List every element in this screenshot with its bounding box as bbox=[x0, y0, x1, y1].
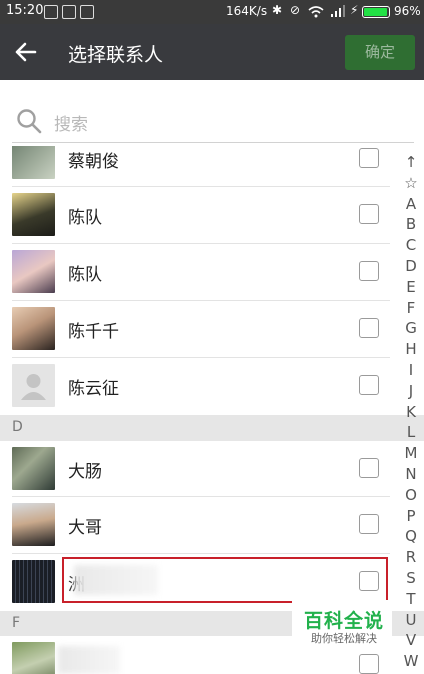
index-letter[interactable]: I bbox=[398, 360, 424, 381]
contact-name: 陈千千 bbox=[68, 322, 119, 342]
index-letter[interactable]: C bbox=[398, 235, 424, 256]
index-letter[interactable]: P bbox=[398, 506, 424, 527]
contact-name: 陈队 bbox=[68, 265, 102, 285]
index-letter[interactable]: Q bbox=[398, 526, 424, 547]
index-letter[interactable]: O bbox=[398, 485, 424, 506]
select-checkbox[interactable] bbox=[359, 458, 379, 478]
search-bar[interactable]: 搜索 bbox=[0, 80, 424, 146]
avatar bbox=[12, 250, 55, 293]
index-letter[interactable]: W bbox=[398, 651, 424, 672]
contact-name: 大肠 bbox=[68, 462, 102, 482]
section-letter: F bbox=[12, 615, 21, 631]
index-letter[interactable]: M bbox=[398, 443, 424, 464]
select-checkbox[interactable] bbox=[359, 261, 379, 281]
index-letter[interactable]: F bbox=[398, 298, 424, 319]
section-letter: D bbox=[12, 419, 23, 435]
contact-row[interactable]: 陈千千 bbox=[0, 301, 424, 358]
contact-row[interactable]: 蔡朝俊 bbox=[0, 136, 424, 187]
contact-name: 陈云征 bbox=[68, 379, 119, 399]
index-letter[interactable]: R bbox=[398, 547, 424, 568]
index-letter[interactable]: S bbox=[398, 568, 424, 589]
contact-row[interactable]: 大哥 bbox=[0, 497, 424, 554]
watermark-title: 百科全说 bbox=[304, 610, 385, 632]
avatar bbox=[12, 193, 55, 236]
watermark-logo: 百科全说 助你轻松解决 bbox=[292, 600, 392, 652]
index-letter[interactable]: G bbox=[398, 318, 424, 339]
select-checkbox[interactable] bbox=[359, 654, 379, 674]
index-letter[interactable]: T bbox=[398, 589, 424, 610]
index-letter[interactable]: K bbox=[398, 402, 424, 423]
avatar bbox=[12, 447, 55, 490]
section-header: D bbox=[0, 415, 424, 441]
index-letter[interactable]: D bbox=[398, 256, 424, 277]
avatar bbox=[12, 503, 55, 546]
contact-name: 大哥 bbox=[68, 518, 102, 538]
index-letter[interactable]: A bbox=[398, 194, 424, 215]
avatar bbox=[12, 642, 55, 674]
select-checkbox[interactable] bbox=[359, 318, 379, 338]
index-letter[interactable]: ☆ bbox=[398, 173, 424, 194]
avatar bbox=[12, 560, 55, 603]
contact-row[interactable]: 陈队 bbox=[0, 244, 424, 301]
index-letter[interactable]: ↑ bbox=[398, 152, 424, 173]
index-letter[interactable]: L bbox=[398, 422, 424, 443]
alphabet-index[interactable]: ↑ ☆ A B C D E F G H I J K L M N O P Q R S T U V W bbox=[398, 152, 424, 672]
contact-row[interactable]: 陈队 bbox=[0, 187, 424, 244]
watermark-subtitle: 助你轻松解决 bbox=[311, 632, 377, 645]
contact-name: 陈队 bbox=[68, 208, 102, 228]
index-letter[interactable]: J bbox=[398, 381, 424, 402]
redacted-name bbox=[58, 646, 120, 674]
search-input[interactable]: 搜索 bbox=[54, 110, 88, 135]
select-checkbox[interactable] bbox=[359, 148, 379, 168]
index-letter[interactable]: U bbox=[398, 610, 424, 631]
contact-row[interactable]: 陈云征 bbox=[0, 358, 424, 415]
avatar bbox=[12, 307, 55, 350]
index-letter[interactable]: E bbox=[398, 277, 424, 298]
index-letter[interactable]: H bbox=[398, 339, 424, 360]
index-letter[interactable]: B bbox=[398, 214, 424, 235]
contact-row[interactable]: 大肠 bbox=[0, 441, 424, 497]
index-letter[interactable]: V bbox=[398, 630, 424, 651]
search-underline bbox=[12, 142, 414, 143]
search-icon bbox=[17, 109, 42, 134]
select-checkbox[interactable] bbox=[359, 514, 379, 534]
default-avatar-icon bbox=[12, 364, 55, 407]
index-letter[interactable]: N bbox=[398, 464, 424, 485]
select-checkbox[interactable] bbox=[359, 375, 379, 395]
select-checkbox[interactable] bbox=[359, 204, 379, 224]
contact-name: 蔡朝俊 bbox=[68, 152, 119, 172]
highlight-box bbox=[62, 557, 388, 603]
